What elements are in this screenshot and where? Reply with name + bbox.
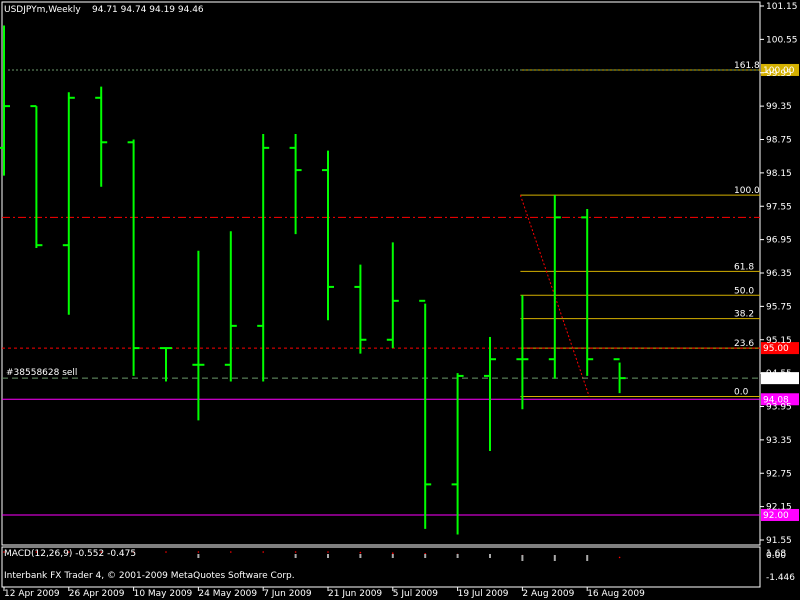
chart-canvas[interactable]: 161.8100.061.850.038.223.60.0 95.0094.08… xyxy=(0,0,800,600)
macd-signal-dot xyxy=(262,551,265,553)
y-tick-label: 101.15 xyxy=(766,2,798,12)
chart-symbol: USDJPYm,Weekly xyxy=(4,5,81,15)
macd-signal-dot xyxy=(327,551,329,553)
macd-signal-dot xyxy=(618,556,621,559)
fibo-level-label: 100.0 xyxy=(734,186,760,196)
x-tick-label: 5 Jul 2009 xyxy=(393,589,438,599)
footer-credits: Interbank FX Trader 4, © 2001-2009 MetaQ… xyxy=(4,571,295,581)
macd-signal-dot xyxy=(359,551,362,554)
x-tick-label: 19 Jul 2009 xyxy=(458,589,509,599)
fibo-level-label: 38.2 xyxy=(734,310,754,320)
fibo-level-label: 50.0 xyxy=(734,286,754,296)
x-tick-label: 16 Aug 2009 xyxy=(587,589,645,599)
x-tick-label: 10 May 2009 xyxy=(134,589,193,599)
x-tick-label: 26 Apr 2009 xyxy=(69,589,125,599)
y-tick-label: 95.15 xyxy=(766,336,792,346)
fibo-level-label: 23.6 xyxy=(734,339,754,349)
chart-background xyxy=(0,0,800,600)
x-tick-label: 7 Jun 2009 xyxy=(263,589,312,599)
y-tick-label: 91.55 xyxy=(766,536,792,546)
macd-signal-dot xyxy=(392,552,394,554)
fibo-level-label: 0.0 xyxy=(734,387,749,397)
macd-signal-dot xyxy=(230,551,232,553)
macd-signal-dot xyxy=(294,551,297,553)
y-tick-label: 99.35 xyxy=(766,102,792,112)
chart-ohlc: 94.71 94.74 94.19 94.46 xyxy=(92,5,204,15)
y-tick-label: 96.35 xyxy=(766,269,792,279)
macd-title: MACD(12,26,9) -0.552 -0.475 xyxy=(4,549,136,559)
y-tick-label: 93.35 xyxy=(766,436,792,446)
macd-tick-label: -1.446 xyxy=(766,573,795,583)
order-label: #38558628 sell xyxy=(6,368,77,378)
y-tick-label: 96.95 xyxy=(766,236,792,246)
x-tick-label: 2 Aug 2009 xyxy=(522,589,574,599)
y-tick-label: 100.55 xyxy=(766,35,798,45)
y-tick-label: 97.55 xyxy=(766,202,792,212)
x-tick-label: 21 Jun 2009 xyxy=(328,589,382,599)
y-tick-label: 92.15 xyxy=(766,503,792,513)
y-tick-label: 92.75 xyxy=(766,469,792,479)
fibo-level-label: 61.8 xyxy=(734,262,754,272)
y-tick-label: 98.15 xyxy=(766,169,792,179)
y-tick-label: 94.55 xyxy=(766,369,792,379)
x-tick-label: 24 May 2009 xyxy=(198,589,257,599)
y-tick-label: 95.75 xyxy=(766,302,792,312)
macd-signal-dot xyxy=(165,551,167,553)
y-tick-label: 93.95 xyxy=(766,403,792,413)
x-tick-label: 12 Apr 2009 xyxy=(4,589,60,599)
y-tick-label: 98.75 xyxy=(766,136,792,146)
macd-signal-dot xyxy=(197,551,200,553)
macd-tick-label: 0.00 xyxy=(766,551,786,561)
y-tick-label: 99.95 xyxy=(766,69,792,79)
